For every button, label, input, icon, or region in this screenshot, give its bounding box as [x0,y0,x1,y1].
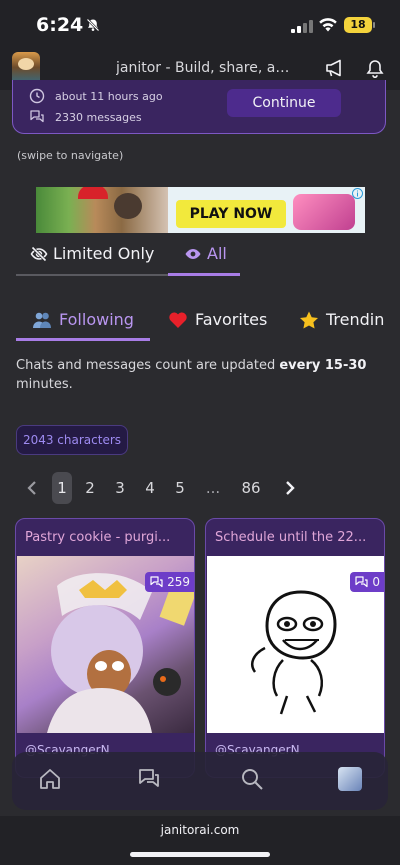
megaphone-icon[interactable] [325,59,345,77]
visibility-filter-tabs: Limited Only All [16,240,384,276]
chats-icon[interactable] [138,767,162,791]
cellular-signal-icon [291,20,313,33]
ad-brand-logo [293,194,355,230]
category-tab-active-indicator [16,338,150,341]
wifi-icon [319,18,337,32]
page-1-button[interactable]: 1 [52,472,72,504]
chat-bubbles-icon [30,110,44,123]
filter-tabs-divider [16,274,168,276]
last-active-text: about 11 hours ago [55,89,163,103]
tab-trending-label: Trendin [326,310,385,329]
page-ellipsis: ... [205,479,221,497]
character-card[interactable]: Pastry cookie - purgi... 259 @ScavangerN [15,518,195,778]
message-count-badge: 259 [145,572,194,592]
message-count-badge: 0 [350,572,384,592]
character-card-title: Schedule until the 22... [215,530,367,545]
url-text[interactable]: janitorai.com [0,823,400,837]
home-indicator[interactable] [130,852,270,857]
profile-avatar[interactable] [338,767,362,791]
browser-url-bar: janitorai.com [0,816,400,865]
continue-chat-card: about 11 hours ago 2330 messages Continu… [12,80,386,134]
tab-limited-only-label: Limited Only [53,244,155,263]
status-bar: 6:24 18 [0,0,400,50]
bell-slash-icon [86,18,100,32]
chevron-right-icon[interactable] [280,472,300,504]
continue-button[interactable]: Continue [227,89,341,117]
swipe-hint: (swipe to navigate) [17,149,124,162]
clock-icon [29,88,45,104]
tab-limited-only[interactable]: Limited Only [30,244,154,263]
last-active-row: about 11 hours ago [29,88,163,104]
page-2-button[interactable]: 2 [82,472,98,504]
ad-artwork [36,187,168,233]
message-count-text: 2330 messages [55,110,142,124]
tab-all-label: All [207,244,227,263]
message-count-value: 259 [167,575,190,589]
status-time: 6:24 [36,14,84,36]
tab-following-label: Following [59,310,134,329]
home-icon[interactable] [38,767,62,791]
chat-bubbles-icon [150,575,163,587]
message-count-value: 0 [372,575,380,589]
character-card[interactable]: Schedule until the 22... 0 @ScavangerN [205,518,385,778]
tab-all[interactable]: All [184,244,227,263]
character-count-badge: 2043 characters [16,425,128,455]
tab-following[interactable]: Following [32,310,134,329]
ad-play-now-button[interactable]: PLAY NOW [176,200,286,228]
page-title: janitor - Build, share, an... [116,60,291,76]
chat-bubbles-icon [355,575,368,587]
filter-tab-active-indicator [168,273,240,276]
star-icon [300,311,318,328]
page-4-button[interactable]: 4 [142,472,158,504]
chevron-left-icon[interactable] [22,472,42,504]
tab-favorites-label: Favorites [195,310,268,329]
heart-icon [169,311,187,328]
page-5-button[interactable]: 5 [172,472,188,504]
page-3-button[interactable]: 3 [112,472,128,504]
search-icon[interactable] [240,767,264,791]
ad-banner[interactable]: PLAY NOW [36,187,365,233]
notice-suffix: minutes. [16,377,73,392]
pagination: 1 2 3 4 5 ... 86 [18,472,308,504]
notice-prefix: Chats and messages count are updated [16,358,280,373]
eye-icon [185,248,201,259]
update-frequency-notice: Chats and messages count are updated eve… [16,356,384,394]
ad-info-icon[interactable] [352,188,363,199]
page-last-button[interactable]: 86 [238,472,264,504]
tab-trending[interactable]: Trendin [299,310,384,329]
tab-favorites[interactable]: Favorites [168,310,267,329]
eye-slash-icon [30,245,48,262]
bell-icon[interactable] [366,59,384,78]
people-icon [33,312,51,328]
message-count-row: 2330 messages [29,109,142,125]
battery-indicator: 18 [344,17,375,33]
notice-emphasis: every 15-30 [279,358,367,373]
character-card-title: Pastry cookie - purgi... [25,530,171,545]
bottom-navigation [12,752,388,810]
category-tabs: Following Favorites Trendin [16,302,400,342]
